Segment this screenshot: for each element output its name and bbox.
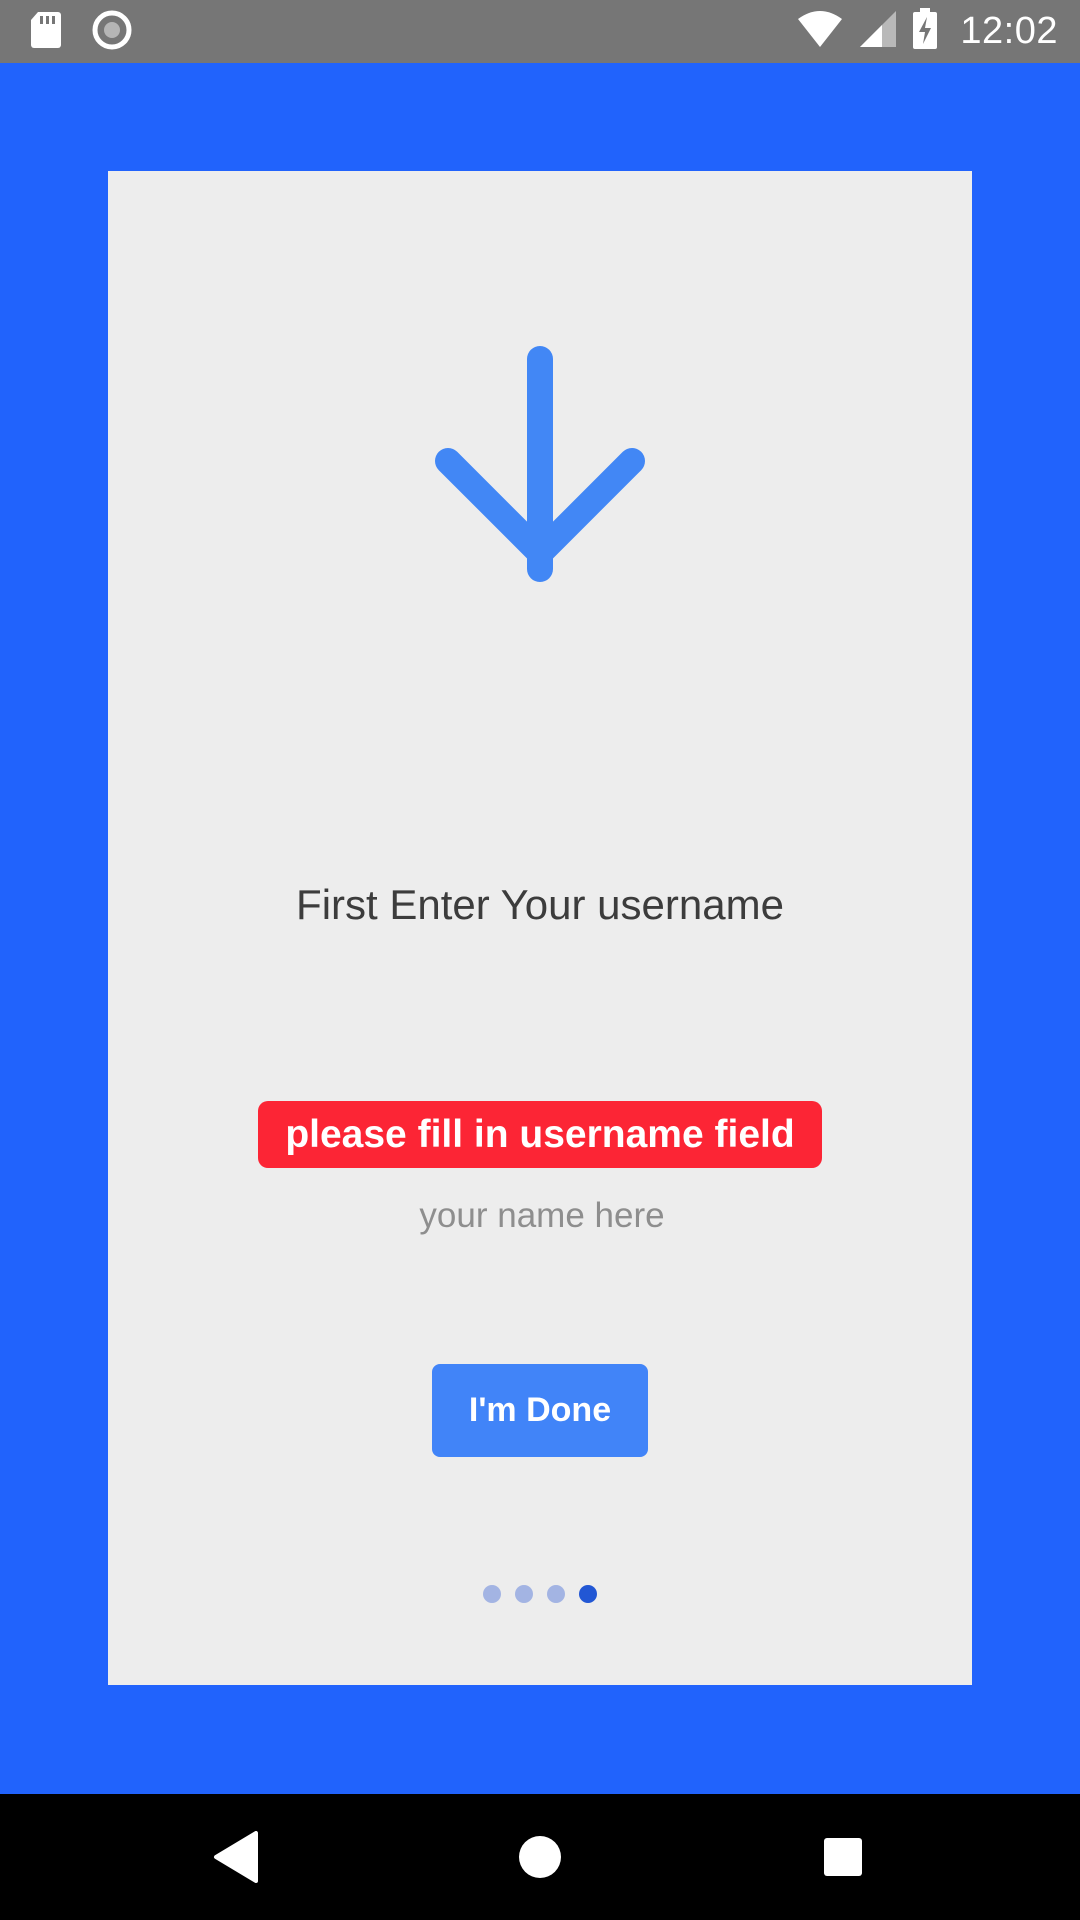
status-bar: 12:02: [0, 0, 1080, 63]
status-time: 12:02: [960, 10, 1058, 52]
page-dot-2[interactable]: [515, 1585, 533, 1603]
onboarding-card: First Enter Your username please fill in…: [108, 171, 972, 1685]
sd-card-icon: [30, 10, 62, 55]
recents-icon[interactable]: [810, 1824, 876, 1890]
page-dot-1[interactable]: [483, 1585, 501, 1603]
error-message: please fill in username field: [258, 1101, 822, 1168]
page-dot-4-active[interactable]: [579, 1585, 597, 1603]
navigation-bar: [0, 1794, 1080, 1920]
arrow-down-icon: [430, 341, 650, 601]
done-button[interactable]: I'm Done: [432, 1364, 648, 1457]
page-indicator: [108, 1585, 972, 1603]
battery-charging-icon: [912, 8, 938, 55]
back-icon[interactable]: [203, 1824, 269, 1890]
username-input[interactable]: [290, 1185, 794, 1247]
app-screen: 12:02 First Enter Your username please f…: [0, 0, 1080, 1920]
wifi-icon: [796, 9, 844, 54]
page-dot-3[interactable]: [547, 1585, 565, 1603]
sync-icon: [92, 10, 132, 55]
page-title: First Enter Your username: [296, 881, 784, 928]
home-icon[interactable]: [507, 1824, 573, 1890]
cell-signal-icon: [858, 9, 898, 54]
